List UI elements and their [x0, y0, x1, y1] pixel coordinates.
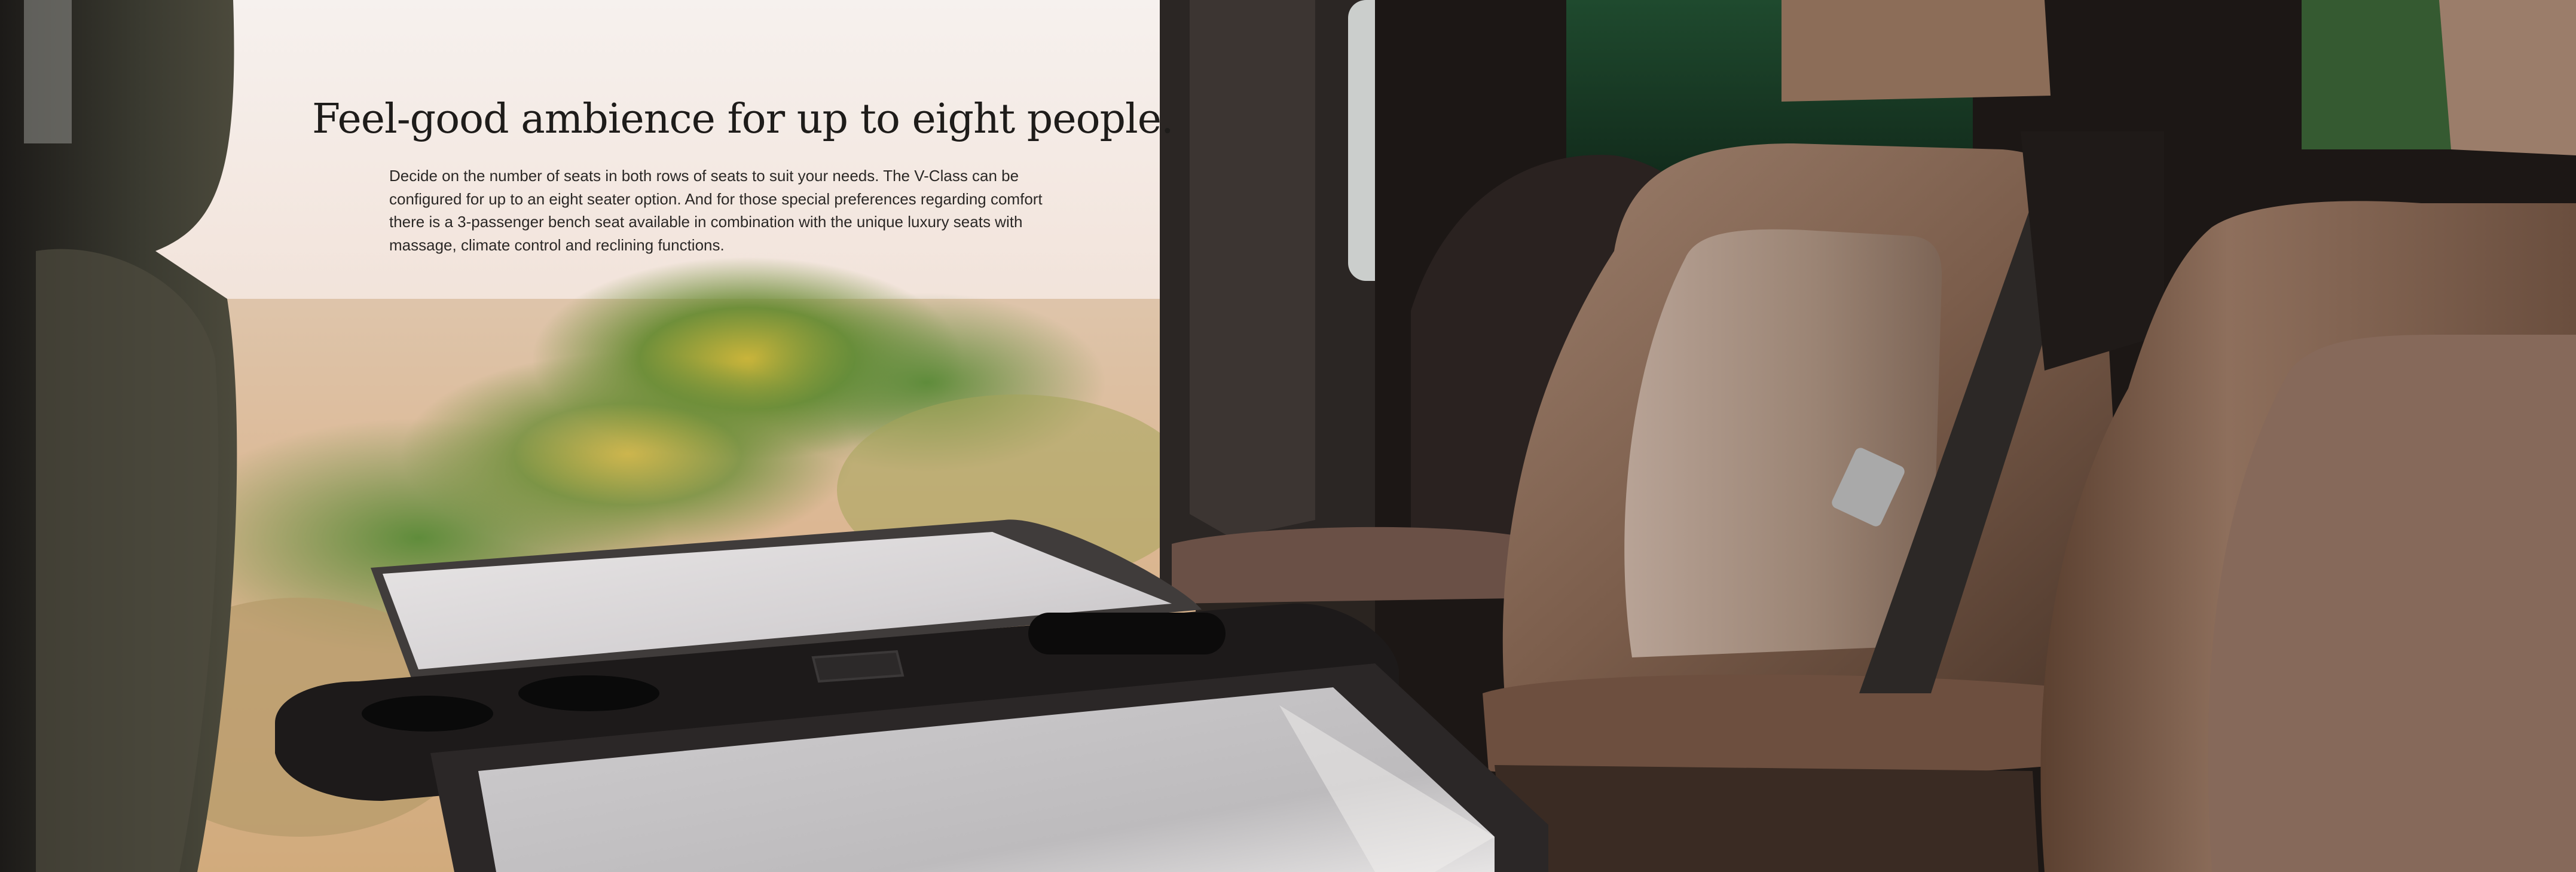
page-title: Feel-good ambience for up to eight peopl…: [312, 96, 1174, 143]
intro-paragraph: Decide on the number of seats in both ro…: [389, 167, 1043, 254]
